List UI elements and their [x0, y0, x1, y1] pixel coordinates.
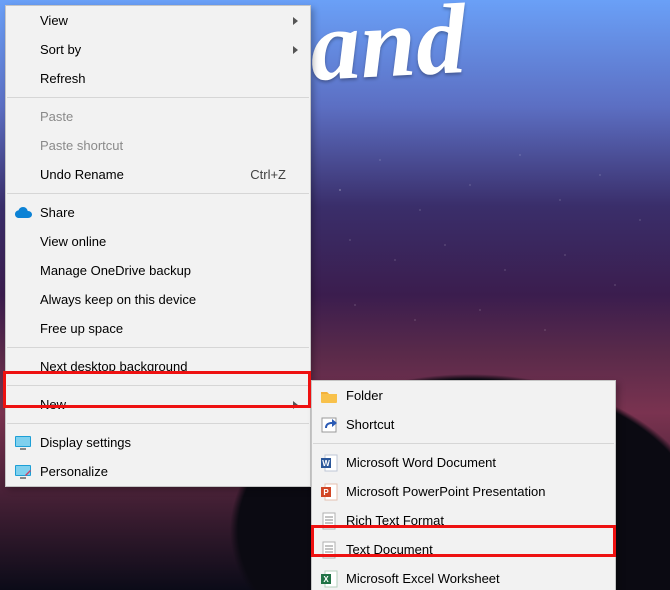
menu-item-share[interactable]: Share: [6, 198, 310, 227]
menu-item-undo-rename[interactable]: Undo Rename Ctrl+Z: [6, 160, 310, 189]
submenu-item-rtf[interactable]: Rich Text Format: [312, 506, 615, 535]
menu-item-label: Rich Text Format: [346, 513, 591, 528]
word-icon: W: [320, 454, 338, 472]
menu-item-label: Refresh: [40, 71, 286, 86]
menu-item-view[interactable]: View: [6, 6, 310, 35]
personalize-icon: [14, 463, 32, 481]
menu-item-display-settings[interactable]: Display settings: [6, 428, 310, 457]
menu-item-personalize[interactable]: Personalize: [6, 457, 310, 486]
monitor-icon: [14, 434, 32, 452]
menu-item-label: Microsoft Excel Worksheet: [346, 571, 591, 586]
submenu-item-shortcut[interactable]: Shortcut: [312, 410, 615, 439]
svg-text:X: X: [323, 575, 329, 584]
menu-item-label: New: [40, 397, 286, 412]
menu-item-label: Undo Rename: [40, 167, 230, 182]
onedrive-cloud-icon: [14, 204, 32, 222]
submenu-item-excel[interactable]: X Microsoft Excel Worksheet: [312, 564, 615, 590]
menu-item-label: Sort by: [40, 42, 286, 57]
svg-text:P: P: [323, 488, 329, 497]
menu-item-label: Folder: [346, 388, 591, 403]
shortcut-icon: [320, 416, 338, 434]
menu-item-always-keep[interactable]: Always keep on this device: [6, 285, 310, 314]
menu-item-label: Shortcut: [346, 417, 591, 432]
menu-item-label: Text Document: [346, 542, 591, 557]
menu-item-label: View online: [40, 234, 286, 249]
submenu-item-folder[interactable]: Folder: [312, 381, 615, 410]
menu-item-label: Next desktop background: [40, 359, 286, 374]
menu-item-label: Display settings: [40, 435, 286, 450]
menu-item-label: Share: [40, 205, 286, 220]
chevron-right-icon: [293, 401, 298, 409]
menu-item-shortcut: Ctrl+Z: [230, 167, 286, 182]
folder-icon: [320, 387, 338, 405]
menu-separator: [313, 443, 614, 444]
menu-separator: [7, 193, 309, 194]
menu-item-label: View: [40, 13, 286, 28]
menu-item-label: Microsoft PowerPoint Presentation: [346, 484, 591, 499]
powerpoint-icon: P: [320, 483, 338, 501]
menu-separator: [7, 97, 309, 98]
menu-separator: [7, 423, 309, 424]
chevron-right-icon: [293, 46, 298, 54]
submenu-item-powerpoint[interactable]: P Microsoft PowerPoint Presentation: [312, 477, 615, 506]
menu-item-paste-shortcut: Paste shortcut: [6, 131, 310, 160]
menu-item-manage-onedrive[interactable]: Manage OneDrive backup: [6, 256, 310, 285]
menu-item-label: Free up space: [40, 321, 286, 336]
menu-item-label: Personalize: [40, 464, 286, 479]
excel-icon: X: [320, 570, 338, 588]
menu-item-label: Paste shortcut: [40, 138, 286, 153]
new-submenu: Folder Shortcut W Microsoft Word Documen…: [311, 380, 616, 590]
menu-separator: [7, 347, 309, 348]
menu-item-label: Always keep on this device: [40, 292, 286, 307]
submenu-item-word[interactable]: W Microsoft Word Document: [312, 448, 615, 477]
menu-item-view-online[interactable]: View online: [6, 227, 310, 256]
menu-item-label: Paste: [40, 109, 286, 124]
text-document-icon: [320, 541, 338, 559]
menu-item-paste: Paste: [6, 102, 310, 131]
menu-item-label: Manage OneDrive backup: [40, 263, 286, 278]
menu-item-free-up-space[interactable]: Free up space: [6, 314, 310, 343]
menu-item-new[interactable]: New: [6, 390, 310, 419]
submenu-item-text-document[interactable]: Text Document: [312, 535, 615, 564]
desktop-context-menu: View Sort by Refresh Paste Paste shortcu…: [5, 5, 311, 487]
menu-item-label: Microsoft Word Document: [346, 455, 591, 470]
svg-text:W: W: [322, 459, 330, 468]
rtf-icon: [320, 512, 338, 530]
menu-separator: [7, 385, 309, 386]
menu-item-refresh[interactable]: Refresh: [6, 64, 310, 93]
chevron-right-icon: [293, 17, 298, 25]
menu-item-sort-by[interactable]: Sort by: [6, 35, 310, 64]
menu-item-next-background[interactable]: Next desktop background: [6, 352, 310, 381]
